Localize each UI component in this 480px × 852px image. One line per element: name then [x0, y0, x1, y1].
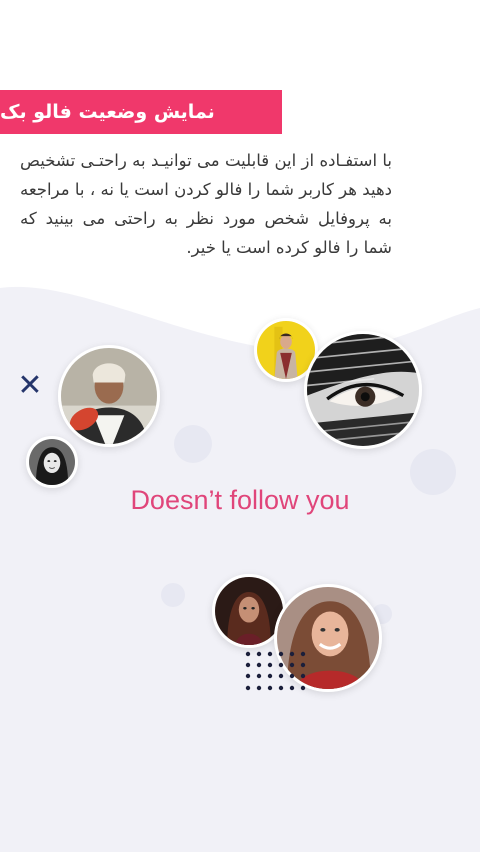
- decorative-circle: [161, 583, 185, 607]
- feature-title: نمایش وضعیت فالو بک: [0, 101, 215, 123]
- feature-description: با استفـاده از این قابلیت می توانیـد به …: [20, 151, 392, 257]
- feature-title-banner: نمایش وضعیت فالو بک: [0, 90, 282, 134]
- follow-status-label: Doesn’t follow you: [130, 485, 350, 515]
- decorative-circle: [174, 425, 212, 463]
- avatar: [58, 345, 160, 447]
- avatar: [304, 331, 422, 449]
- avatar: [26, 436, 78, 488]
- close-icon: ✕: [17, 368, 43, 403]
- decorative-dots: [245, 651, 306, 691]
